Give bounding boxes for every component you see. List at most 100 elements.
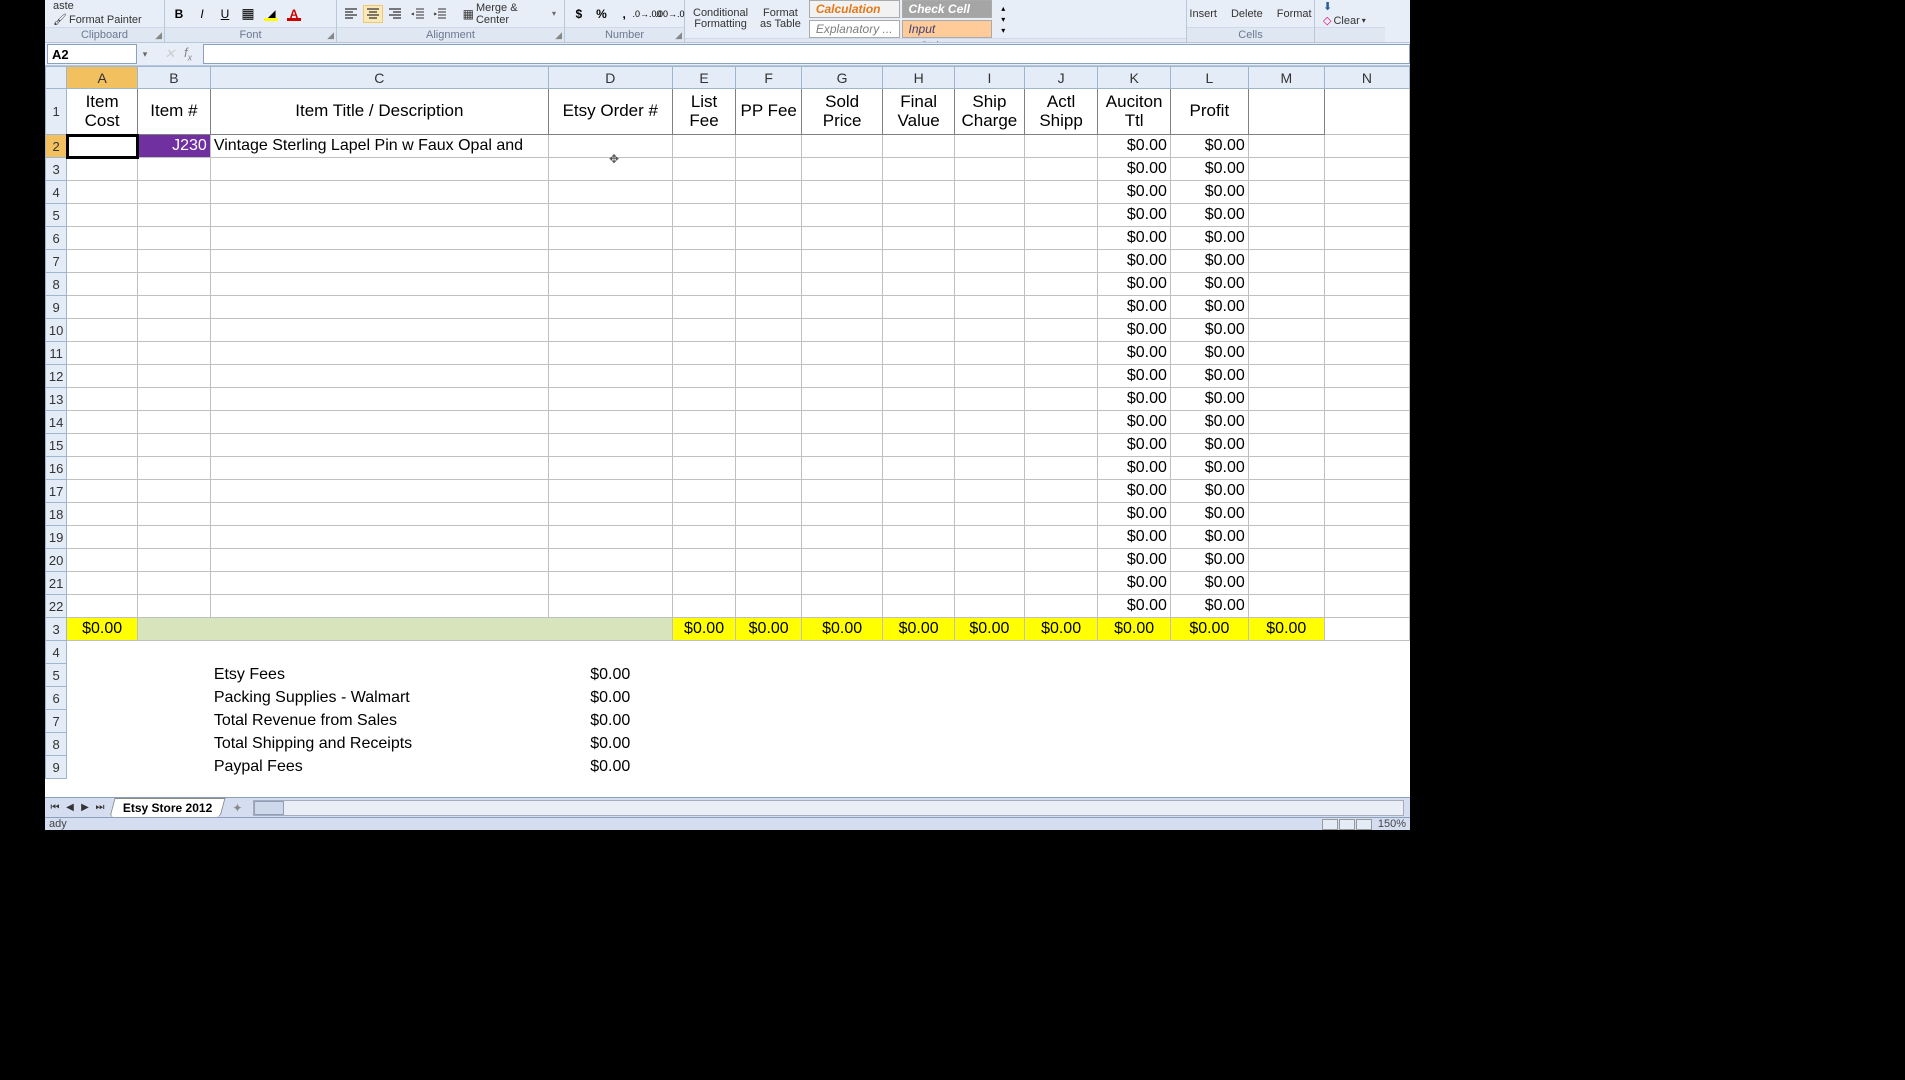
fx-button[interactable]: fx [179,45,197,63]
col-header-G[interactable]: G [801,67,882,89]
cell[interactable] [1024,365,1098,388]
cell[interactable] [138,158,211,181]
row-header-18[interactable]: 18 [46,503,67,526]
cell[interactable] [801,227,882,250]
cell[interactable] [548,227,672,250]
cell[interactable] [67,503,138,526]
cell[interactable]: $0.00 [1170,135,1248,158]
cell[interactable] [548,457,672,480]
cell[interactable] [1248,158,1324,181]
style-explanatory[interactable]: Explanatory ... [809,20,900,38]
cell[interactable] [955,296,1025,319]
row-header-22[interactable]: 22 [46,595,67,618]
header-cell[interactable] [1248,89,1324,135]
row-header-13[interactable]: 13 [46,388,67,411]
cell[interactable] [801,204,882,227]
cell[interactable] [1024,549,1098,572]
cell[interactable] [1324,641,1409,664]
cell[interactable] [548,618,672,641]
cell[interactable] [138,342,211,365]
cell[interactable]: $0.00 [1170,618,1248,641]
cell[interactable] [1170,687,1248,710]
cell[interactable] [736,687,802,710]
cell[interactable] [955,227,1025,250]
cell[interactable] [1324,135,1409,158]
cell[interactable]: $0.00 [1098,411,1171,434]
font-color-button[interactable]: A [284,5,304,23]
cell[interactable] [138,526,211,549]
cell[interactable] [67,526,138,549]
tab-nav-next[interactable]: ▶ [78,801,92,815]
cell[interactable] [138,549,211,572]
cell[interactable] [1170,756,1248,779]
cell[interactable] [736,572,802,595]
cell[interactable] [67,250,138,273]
cell[interactable] [955,204,1025,227]
cell[interactable] [883,365,955,388]
cell[interactable] [1324,756,1409,779]
cancel-formula-button[interactable]: ✕ [161,45,179,63]
cell[interactable] [1324,158,1409,181]
cell[interactable] [1248,549,1324,572]
cell[interactable] [736,503,802,526]
view-break-button[interactable] [1356,819,1372,830]
cell[interactable] [548,411,672,434]
cell[interactable] [1248,503,1324,526]
cell[interactable]: $0.00 [1170,227,1248,250]
cell[interactable] [672,664,736,687]
cell[interactable] [210,388,548,411]
cell[interactable]: $0.00 [1098,273,1171,296]
font-dialog-launcher[interactable]: ◢ [327,30,334,41]
cell[interactable]: $0.00 [1098,503,1171,526]
cell[interactable] [736,365,802,388]
cell[interactable] [138,595,211,618]
row-header-29[interactable]: 9 [46,756,67,779]
cell[interactable] [955,411,1025,434]
cell[interactable] [801,135,882,158]
header-cell[interactable]: Actl Shipp [1024,89,1098,135]
cell[interactable] [736,457,802,480]
cell[interactable] [883,664,955,687]
cell[interactable] [1098,710,1171,733]
cell[interactable] [210,526,548,549]
cell[interactable]: Paypal Fees [210,756,548,779]
cell[interactable] [736,549,802,572]
cell[interactable] [801,641,882,664]
cell[interactable] [1324,250,1409,273]
formula-bar[interactable] [203,44,1410,64]
cell[interactable]: $0.00 [1098,135,1171,158]
cell[interactable]: $0.00 [1170,526,1248,549]
cell[interactable] [210,319,548,342]
cell[interactable] [883,273,955,296]
cell[interactable] [955,503,1025,526]
cell[interactable] [1098,641,1171,664]
cell[interactable] [1248,181,1324,204]
cell[interactable] [1324,572,1409,595]
styles-scroll-down[interactable]: ▾ [996,14,1010,24]
cell[interactable] [1098,664,1171,687]
border-button[interactable]: ▦ [238,5,258,23]
clear-button[interactable]: ◇ Clear ▾ [1319,14,1370,27]
cell[interactable] [67,204,138,227]
cell[interactable] [548,526,672,549]
cell[interactable] [955,250,1025,273]
cell[interactable] [955,526,1025,549]
cell[interactable] [67,595,138,618]
cell[interactable] [883,503,955,526]
cell[interactable] [801,503,882,526]
insert-button[interactable]: Insert [1185,8,1221,20]
underline-button[interactable]: U [215,5,235,23]
cell[interactable] [801,273,882,296]
cell[interactable] [1324,319,1409,342]
cell[interactable] [1024,503,1098,526]
cell[interactable] [548,641,672,664]
decrease-indent-button[interactable] [408,5,427,23]
cell[interactable]: $0.00 [1098,572,1171,595]
cell[interactable] [1024,434,1098,457]
cell[interactable]: Total Revenue from Sales [210,710,548,733]
cell[interactable] [67,710,138,733]
cell[interactable] [67,158,138,181]
cell[interactable] [672,641,736,664]
header-cell[interactable]: Sold Price [801,89,882,135]
col-header-L[interactable]: L [1170,67,1248,89]
